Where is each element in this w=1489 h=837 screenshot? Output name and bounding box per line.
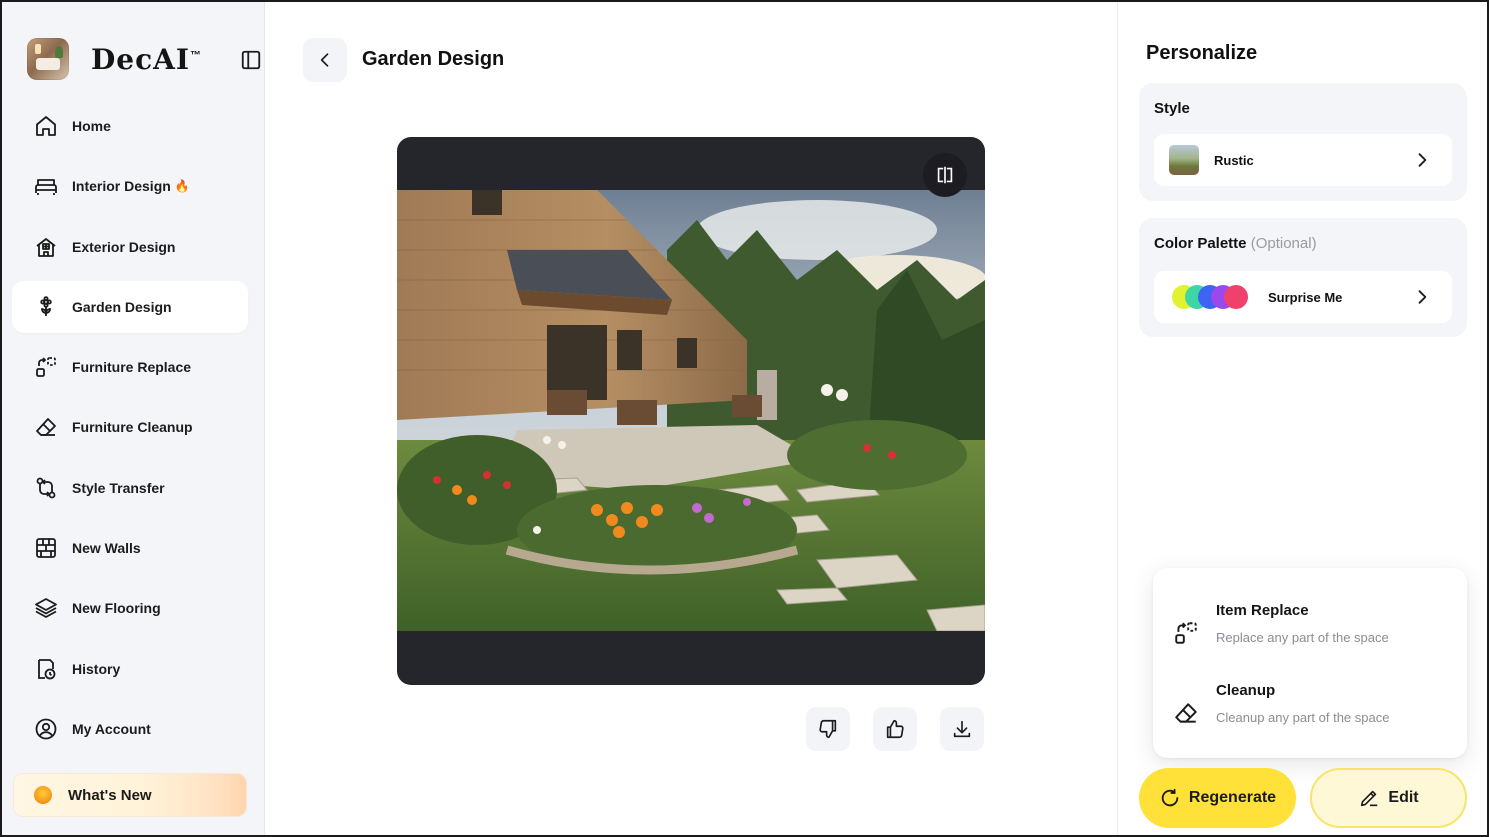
sidebar-item-furniture-replace[interactable]: Furniture Replace bbox=[12, 341, 248, 393]
edit-label: Edit bbox=[1388, 789, 1419, 806]
user-circle-icon bbox=[34, 717, 58, 741]
sidebar-toggle-icon[interactable] bbox=[240, 49, 262, 71]
thumbs-down-icon bbox=[819, 719, 837, 739]
page-title: Garden Design bbox=[362, 48, 505, 70]
panel-title: Personalize bbox=[1146, 42, 1258, 64]
edit-button[interactable]: Edit bbox=[1310, 768, 1467, 828]
like-button[interactable] bbox=[873, 707, 917, 751]
dislike-button[interactable] bbox=[806, 707, 850, 751]
color-palette-card: Color Palette (Optional) Surprise Me bbox=[1139, 218, 1467, 337]
menu-item-subtitle: Replace any part of the space bbox=[1216, 630, 1389, 645]
sidebar-item-label: Home bbox=[72, 118, 111, 134]
sidebar-item-label: Furniture Replace bbox=[72, 359, 192, 376]
compare-icon bbox=[937, 166, 953, 184]
chevron-right-icon bbox=[1418, 290, 1427, 304]
sidebar-item-style-transfer[interactable]: Style Transfer bbox=[12, 462, 248, 514]
color-palette-selector[interactable]: Surprise Me bbox=[1154, 271, 1452, 323]
regenerate-button[interactable]: Regenerate bbox=[1139, 768, 1296, 828]
brand-logo bbox=[27, 38, 69, 80]
sidebar-item-label: Furniture Cleanup bbox=[72, 419, 193, 436]
menu-item-subtitle: Cleanup any part of the space bbox=[1216, 710, 1390, 725]
refresh-icon bbox=[1161, 788, 1179, 807]
house-icon bbox=[34, 235, 58, 259]
whats-new-button[interactable]: What's New bbox=[13, 773, 247, 817]
menu-item-title: Item Replace bbox=[1216, 602, 1309, 619]
flower-icon bbox=[34, 295, 58, 319]
sidebar-item-label: Exterior Design bbox=[72, 238, 176, 255]
transfer-icon bbox=[34, 476, 58, 500]
sidebar-item-my-account[interactable]: My Account bbox=[12, 703, 248, 755]
back-button[interactable] bbox=[303, 38, 347, 82]
download-button[interactable] bbox=[940, 707, 984, 751]
eraser-icon bbox=[1175, 703, 1197, 723]
compare-button[interactable] bbox=[923, 153, 967, 197]
sidebar-item-label: New Flooring bbox=[72, 600, 161, 617]
sidebar-item-label: Interior Design bbox=[72, 178, 171, 195]
image-actions bbox=[806, 707, 984, 751]
brick-wall-icon bbox=[34, 536, 58, 560]
replace-icon bbox=[34, 355, 58, 379]
menu-item-cleanup[interactable]: Cleanup Cleanup any part of the space bbox=[1153, 680, 1467, 750]
sidebar-item-furniture-cleanup[interactable]: Furniture Cleanup bbox=[12, 401, 248, 453]
menu-item-title: Cleanup bbox=[1216, 682, 1276, 699]
edit-menu: Item Replace Replace any part of the spa… bbox=[1153, 568, 1467, 758]
sidebar-nav: Home Interior Design 🔥 Exterior Design G… bbox=[12, 100, 248, 763]
layers-icon bbox=[34, 596, 58, 620]
style-selector[interactable]: Rustic bbox=[1154, 134, 1452, 186]
bed-icon bbox=[34, 174, 58, 198]
thumbs-up-icon bbox=[886, 719, 904, 739]
brand-name: DecAI™ bbox=[91, 42, 202, 76]
whats-new-label: What's New bbox=[68, 786, 152, 804]
history-icon bbox=[34, 657, 58, 681]
result-image-viewer bbox=[397, 137, 985, 685]
style-label: Style bbox=[1154, 100, 1190, 117]
style-card: Style Rustic bbox=[1139, 83, 1467, 201]
style-value: Rustic bbox=[1214, 152, 1254, 168]
sidebar-item-exterior-design[interactable]: Exterior Design bbox=[12, 221, 248, 273]
sidebar-item-label: New Walls bbox=[72, 540, 141, 557]
color-palette-label: Color Palette (Optional) bbox=[1154, 235, 1317, 252]
sidebar-item-label: History bbox=[72, 660, 121, 677]
bell-icon bbox=[34, 786, 52, 804]
garden-design-image bbox=[397, 190, 985, 631]
sidebar-item-garden-design[interactable]: Garden Design bbox=[12, 280, 248, 333]
chevron-left-icon bbox=[320, 53, 329, 67]
chevron-right-icon bbox=[1418, 153, 1427, 167]
download-icon bbox=[953, 720, 971, 738]
style-thumbnail bbox=[1169, 145, 1199, 175]
replace-icon bbox=[1175, 622, 1197, 644]
eraser-icon bbox=[34, 415, 58, 439]
sidebar-item-label: Style Transfer bbox=[72, 479, 165, 496]
sidebar-item-interior-design[interactable]: Interior Design 🔥 bbox=[12, 160, 248, 212]
fire-badge-icon: 🔥 bbox=[174, 179, 190, 194]
palette-swatches bbox=[1172, 285, 1250, 309]
sidebar-item-label: Garden Design bbox=[72, 298, 172, 315]
sidebar-item-home[interactable]: Home bbox=[12, 100, 248, 152]
menu-item-replace[interactable]: Item Replace Replace any part of the spa… bbox=[1153, 600, 1467, 670]
pencil-icon bbox=[1361, 790, 1378, 807]
sidebar-item-history[interactable]: History bbox=[12, 643, 248, 695]
sidebar-item-label: My Account bbox=[72, 720, 151, 737]
regenerate-label: Regenerate bbox=[1188, 789, 1277, 806]
home-icon bbox=[34, 114, 58, 138]
sidebar-item-new-flooring[interactable]: New Flooring bbox=[12, 582, 248, 634]
sidebar-item-new-walls[interactable]: New Walls bbox=[12, 522, 248, 574]
palette-value: Surprise Me bbox=[1268, 289, 1343, 305]
brand[interactable]: DecAI™ bbox=[27, 38, 202, 80]
